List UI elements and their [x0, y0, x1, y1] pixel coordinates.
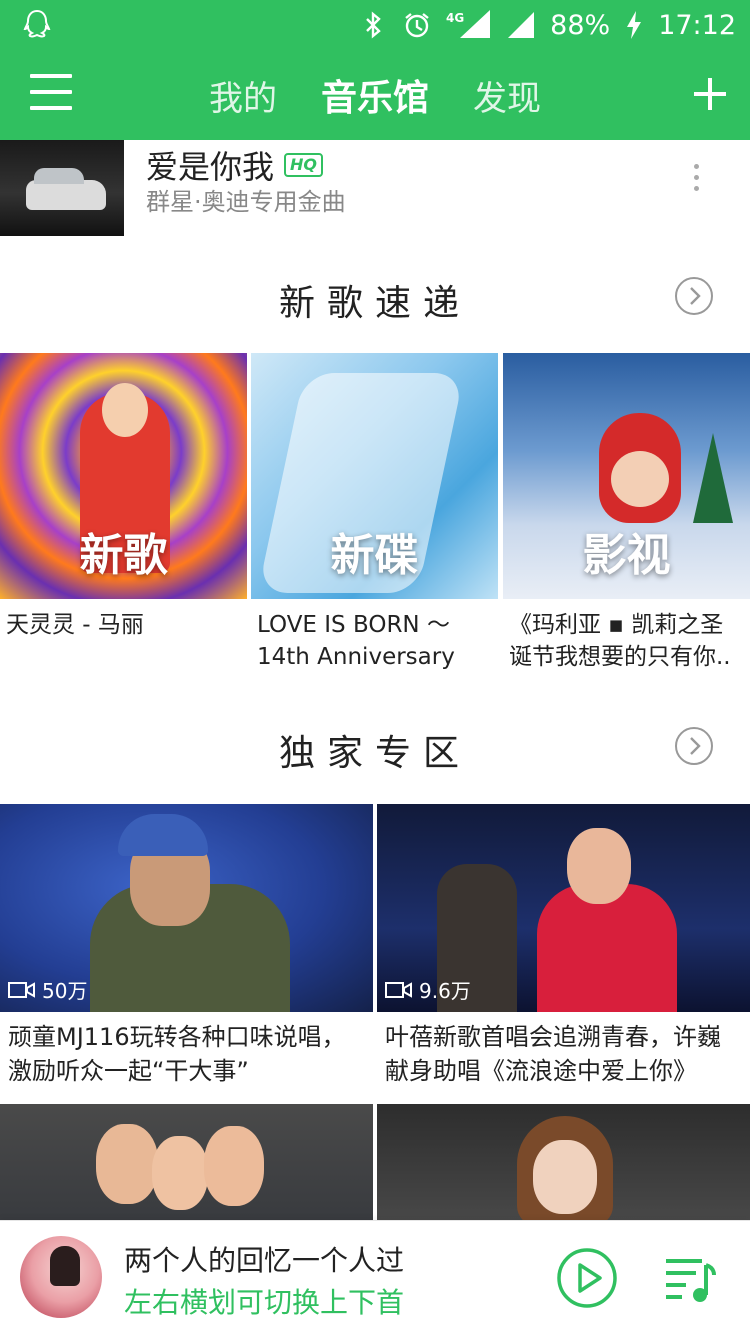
signal-icon — [508, 12, 535, 38]
soundtrack-label: 影视 — [582, 530, 671, 581]
view-count: 9.6万 — [419, 979, 471, 1003]
new-album-label: 新碟 — [330, 530, 419, 581]
exclusive-more-icon[interactable] — [674, 726, 714, 766]
video-caption: 叶蓓新歌首唱会追溯青春，许巍献身助唱《流浪途中爱上你》 — [385, 1023, 721, 1085]
section-title-new-songs[interactable]: 新歌速递 — [0, 274, 750, 326]
new-song-label: 新歌 — [79, 530, 168, 581]
now-playing-title: 两个人的回忆一个人过 — [124, 1244, 405, 1277]
swipe-hint: 左右横划可切换上下首 — [124, 1286, 405, 1319]
tab-discover[interactable]: 发现 — [473, 71, 541, 120]
more-options-icon[interactable] — [694, 164, 702, 194]
album-cover: 新歌 — [0, 353, 247, 599]
section-title-exclusive[interactable]: 独家专区 — [0, 724, 750, 776]
charging-icon — [627, 11, 642, 39]
song-cover — [0, 140, 124, 236]
status-bar: 4G 88% 17:12 — [0, 0, 750, 50]
album-cover: 影视 — [503, 353, 750, 599]
video-thumbnail: 50万 — [0, 804, 373, 1012]
bluetooth-icon — [366, 11, 381, 39]
video-card[interactable]: 50万 顽童MJ116玩转各种口味说唱，激励听众一起“干大事” — [0, 804, 373, 1092]
hq-badge: HQ — [284, 153, 324, 177]
qq-icon — [23, 9, 51, 38]
soundtrack-card[interactable]: 影视 《玛利亚 ▪ 凯莉之圣诞节我想要的只有你.. — [503, 353, 750, 673]
new-album-caption: LOVE IS BORN ～14th Anniversary 2017.. — [257, 612, 455, 670]
plus-icon[interactable] — [692, 76, 728, 112]
playlist-icon[interactable] — [662, 1251, 718, 1307]
view-count: 50万 — [42, 979, 88, 1003]
network-label: 4G — [446, 11, 464, 25]
battery-percent: 88% — [550, 9, 611, 41]
signal-4g-icon: 4G — [446, 10, 491, 38]
soundtrack-caption: 《玛利亚 ▪ 凯莉之圣诞节我想要的只有你.. — [509, 612, 731, 670]
main-tabs: 我的 音乐馆 发现 — [0, 50, 750, 140]
tab-music-hall[interactable]: 音乐馆 — [321, 69, 429, 121]
new-song-caption: 天灵灵 - 马丽 — [6, 612, 144, 638]
song-row[interactable]: 爱是你我 HQ 群星·奥迪专用金曲 — [0, 140, 750, 238]
video-meta: 9.6万 — [385, 975, 471, 1004]
new-songs-more-icon[interactable] — [674, 276, 714, 316]
video-icon — [8, 981, 35, 998]
new-album-card[interactable]: 新碟 LOVE IS BORN ～14th Anniversary 2017.. — [251, 353, 498, 673]
mini-player[interactable]: 两个人的回忆一个人过 左右横划可切换上下首 — [0, 1220, 750, 1333]
new-song-card[interactable]: 新歌 天灵灵 - 马丽 — [0, 353, 247, 673]
video-caption: 顽童MJ116玩转各种口味说唱，激励听众一起“干大事” — [8, 1023, 346, 1085]
top-navigation: 我的 音乐馆 发现 — [0, 50, 750, 140]
now-playing-cover[interactable] — [20, 1236, 102, 1318]
video-meta: 50万 — [8, 975, 87, 1004]
clock: 17:12 — [658, 9, 736, 41]
alarm-icon — [405, 13, 429, 38]
video-card[interactable]: 9.6万 叶蓓新歌首唱会追溯青春，许巍献身助唱《流浪途中爱上你》 — [377, 804, 750, 1092]
video-icon — [385, 981, 412, 998]
album-cover: 新碟 — [251, 353, 498, 599]
tab-mine[interactable]: 我的 — [209, 71, 277, 120]
play-icon[interactable] — [556, 1247, 618, 1309]
car-image — [26, 168, 106, 210]
video-thumbnail: 9.6万 — [377, 804, 750, 1012]
song-subtitle: 群星·奥迪专用金曲 — [146, 188, 346, 216]
